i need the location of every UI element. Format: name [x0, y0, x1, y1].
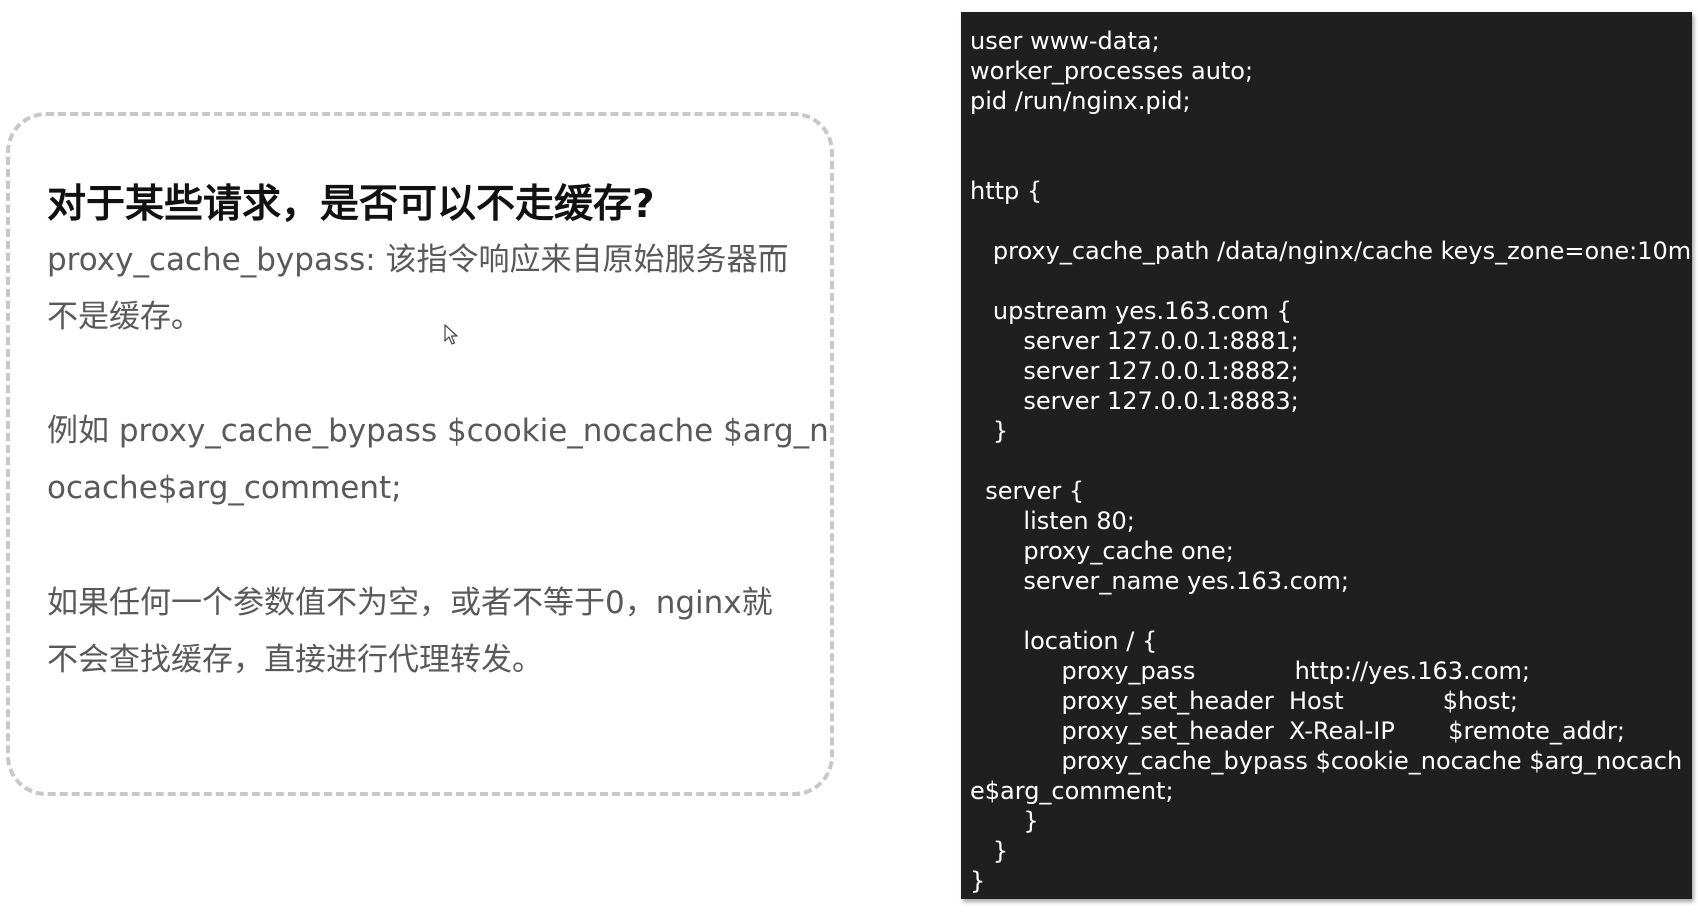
code-line: server 127.0.0.1:8881;: [970, 327, 1299, 355]
code-line: location / {: [970, 627, 1158, 655]
question-title: 对于某些请求，是否可以不走缓存?: [47, 182, 655, 227]
bypass-description: proxy_cache_bypass: 该指令响应来自原始服务器而 不是缓存。: [47, 232, 797, 346]
code-line: server_name yes.163.com;: [970, 567, 1349, 595]
code-line: proxy_pass http://yes.163.com;: [970, 657, 1531, 685]
bypass-example-line-2: ocache$arg_comment;: [47, 470, 402, 506]
code-line: proxy_cache_path /data/nginx/cache keys_…: [970, 237, 1692, 265]
code-line: }: [970, 837, 1009, 865]
code-line: user www-data;: [970, 27, 1160, 55]
code-line: }: [970, 417, 1009, 445]
bypass-example-line-1: 例如 proxy_cache_bypass $cookie_nocache $a…: [47, 413, 829, 449]
slide: 对于某些请求，是否可以不走缓存? proxy_cache_bypass: 该指令…: [0, 0, 1698, 912]
bypass-example: 例如 proxy_cache_bypass $cookie_nocache $a…: [47, 403, 829, 517]
code-line: e$arg_comment;: [970, 777, 1174, 805]
bypass-rule-line-2: 不会查找缓存，直接进行代理转发。: [47, 642, 543, 678]
code-line: proxy_cache_bypass $cookie_nocache $arg_…: [970, 747, 1683, 775]
code-line: proxy_set_header Host $host;: [970, 687, 1518, 715]
bypass-rule-line-1: 如果任何一个参数值不为空，或者不等于0，nginx就: [47, 585, 773, 621]
code-line: server 127.0.0.1:8883;: [970, 387, 1299, 415]
code-line: server 127.0.0.1:8882;: [970, 357, 1299, 385]
code-line: proxy_cache one;: [970, 537, 1234, 565]
bypass-description-line-2: 不是缓存。: [47, 299, 202, 335]
code-line: worker_processes auto;: [970, 57, 1254, 85]
bypass-description-line-1: proxy_cache_bypass: 该指令响应来自原始服务器而: [47, 242, 789, 278]
mouse-pointer-icon: [444, 324, 458, 345]
code-line: }: [970, 807, 1039, 835]
code-line: listen 80;: [970, 507, 1135, 535]
code-line: }: [970, 867, 986, 895]
code-line: pid /run/nginx.pid;: [970, 87, 1191, 115]
bypass-rule: 如果任何一个参数值不为空，或者不等于0，nginx就 不会查找缓存，直接进行代理…: [47, 575, 797, 689]
code-line: proxy_set_header X-Real-IP $remote_addr;: [970, 717, 1625, 745]
code-line: upstream yes.163.com {: [970, 297, 1292, 325]
code-line: http {: [970, 177, 1043, 205]
explanation-card: 对于某些请求，是否可以不走缓存? proxy_cache_bypass: 该指令…: [6, 112, 834, 796]
nginx-config-code-block: user www-data; worker_processes auto; pi…: [961, 12, 1692, 899]
code-line: server {: [970, 477, 1085, 505]
